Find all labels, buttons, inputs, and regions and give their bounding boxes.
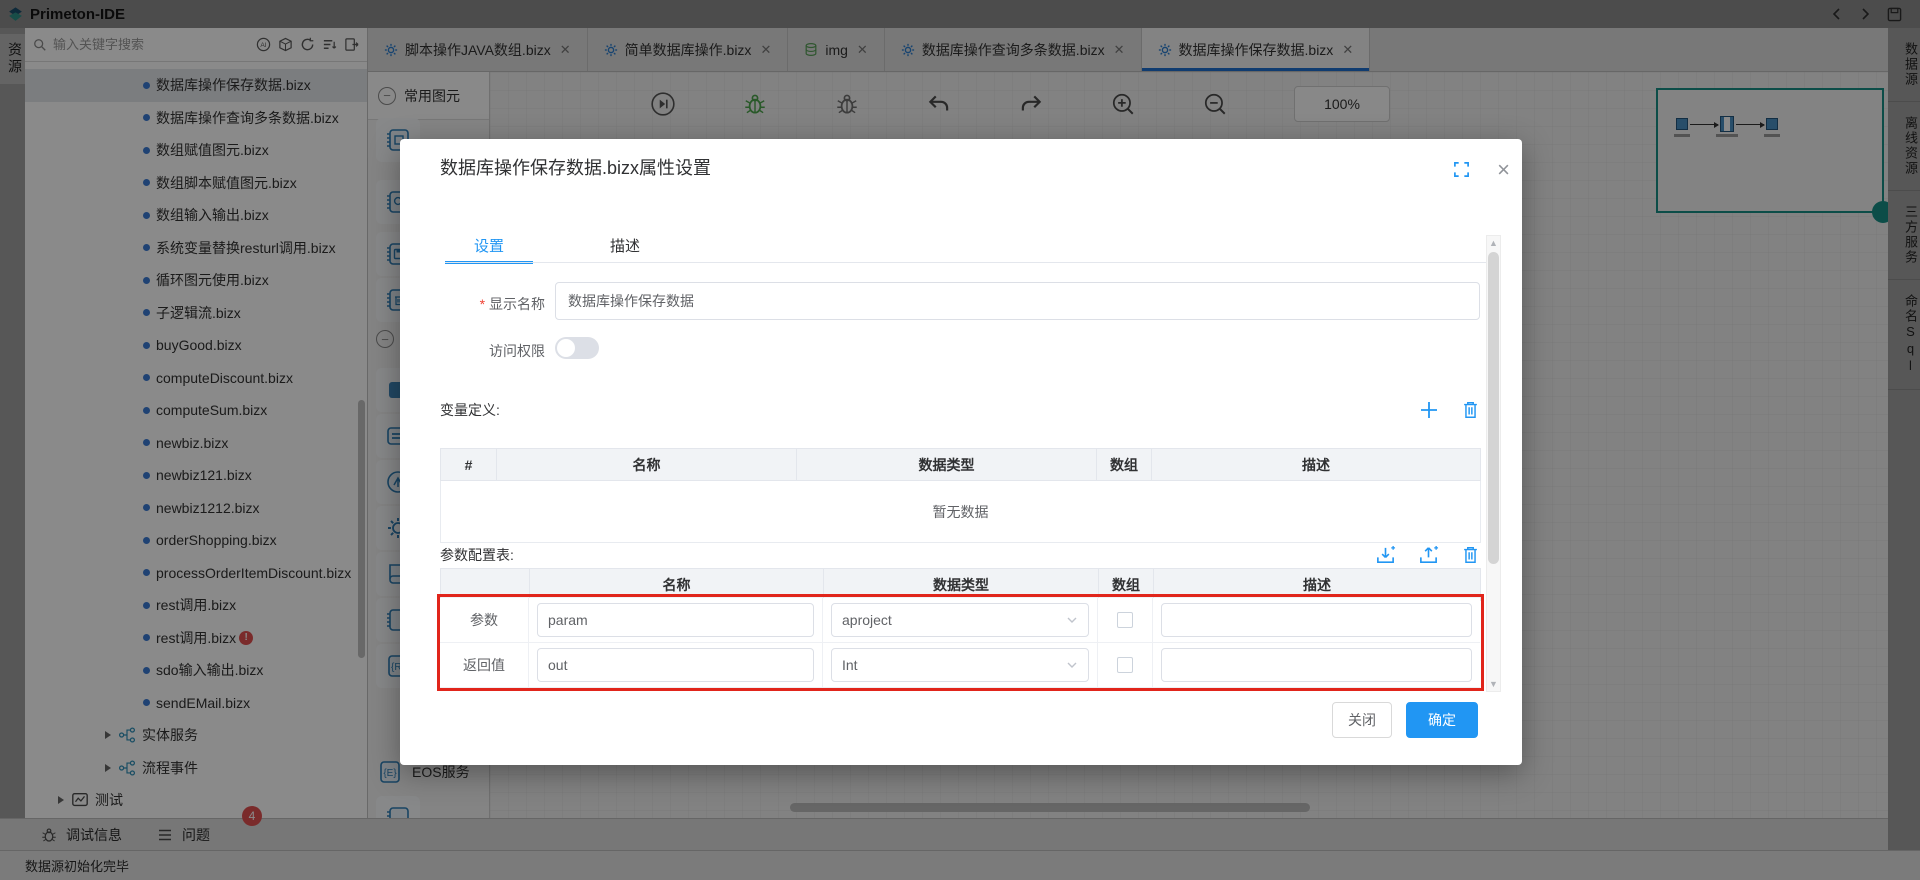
close-icon[interactable]: ×: [1497, 159, 1510, 181]
delete-variable-icon[interactable]: [1461, 400, 1480, 420]
params-label: 参数配置表:: [440, 545, 514, 565]
param-type-select[interactable]: Int: [831, 648, 1089, 682]
col-name: 名称: [530, 569, 824, 601]
toggle-knob: [557, 339, 575, 357]
selected-type: aproject: [842, 612, 892, 628]
add-variable-icon[interactable]: [1419, 400, 1439, 420]
param-row-label: 返回值: [440, 643, 529, 687]
col-rowtype: [441, 569, 530, 601]
array-checkbox[interactable]: [1117, 657, 1133, 673]
delete-param-icon[interactable]: [1461, 545, 1480, 565]
variables-section-header: 变量定义:: [440, 395, 1480, 425]
variables-label: 变量定义:: [440, 400, 500, 420]
variables-table: # 名称 数据类型 数组 描述 暂无数据: [440, 448, 1481, 543]
scroll-thumb[interactable]: [1488, 252, 1499, 564]
access-permission-label: 访问权限: [400, 341, 545, 361]
display-name-input[interactable]: [555, 282, 1480, 320]
col-array: 数组: [1097, 449, 1152, 481]
array-checkbox[interactable]: [1117, 612, 1133, 628]
ok-button[interactable]: 确定: [1406, 702, 1478, 738]
import-params-icon[interactable]: [1375, 545, 1396, 566]
dialog-scrollbar[interactable]: ▲ ▼: [1486, 235, 1501, 692]
param-desc-input[interactable]: [1161, 603, 1472, 637]
chevron-down-icon: [1066, 614, 1078, 626]
dialog-tabs: 设置 描述: [445, 227, 669, 263]
scroll-up-icon[interactable]: ▲: [1487, 236, 1500, 250]
params-table-header: 名称 数据类型 数组 描述: [440, 568, 1481, 601]
empty-data-text: 暂无数据: [441, 481, 1481, 543]
param-row-label: 参数: [440, 598, 529, 642]
param-desc-input[interactable]: [1161, 648, 1472, 682]
params-rows: 参数 aproject 返回值 Int: [440, 598, 1480, 688]
selected-type: Int: [842, 657, 858, 673]
fullscreen-icon[interactable]: [1453, 161, 1470, 178]
tab-settings[interactable]: 设置: [445, 227, 533, 263]
display-name-label: 显示名称: [400, 294, 545, 314]
param-row-output: 返回值 Int: [440, 643, 1480, 688]
col-datatype: 数据类型: [797, 449, 1097, 481]
tabs-divider: [445, 262, 1499, 263]
col-name: 名称: [497, 449, 797, 481]
col-description: 描述: [1152, 449, 1481, 481]
col-array: 数组: [1099, 569, 1154, 601]
param-row-input: 参数 aproject: [440, 598, 1480, 643]
export-params-icon[interactable]: [1418, 545, 1439, 566]
access-permission-toggle[interactable]: [555, 337, 599, 359]
tab-description[interactable]: 描述: [581, 227, 669, 263]
application-window: Primeton-IDE 资源 AI 数据库操作保存数据.bizx 数据库操作查…: [0, 0, 1920, 880]
col-description: 描述: [1154, 569, 1481, 601]
param-name-input[interactable]: [537, 648, 814, 682]
param-name-input[interactable]: [537, 603, 814, 637]
col-index: #: [441, 449, 497, 481]
close-button[interactable]: 关闭: [1332, 702, 1392, 738]
params-section-header: 参数配置表:: [440, 540, 1480, 570]
scroll-down-icon[interactable]: ▼: [1487, 677, 1500, 691]
properties-dialog: 数据库操作保存数据.bizx属性设置 × 设置 描述 显示名称 访问权限 变量定…: [400, 139, 1522, 765]
col-datatype: 数据类型: [824, 569, 1099, 601]
param-type-select[interactable]: aproject: [831, 603, 1089, 637]
dialog-title: 数据库操作保存数据.bizx属性设置: [440, 154, 711, 180]
chevron-down-icon: [1066, 659, 1078, 671]
